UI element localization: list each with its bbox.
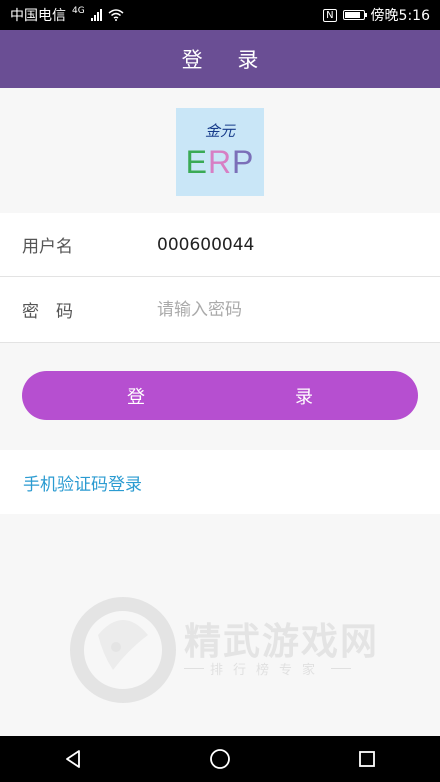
home-icon [210, 749, 230, 769]
clock-label: 傍晚5:16 [370, 8, 430, 24]
username-label: 用户名 [22, 237, 73, 257]
app-header: 登 录 [0, 30, 440, 88]
network-type-label: 4G [72, 6, 85, 16]
logo-letter-p: P [232, 144, 255, 180]
sms-login-link[interactable]: 手机验证码登录 [23, 470, 142, 495]
nfc-icon: N [323, 8, 337, 22]
battery-fill [344, 12, 360, 18]
recent-apps-icon [358, 751, 375, 767]
recent-apps-button[interactable] [347, 739, 387, 779]
page-title: 登 录 [181, 48, 273, 72]
watermark-title: 精武游戏网 [184, 620, 379, 663]
login-form: 用户名 密 码 [0, 213, 440, 343]
status-bar: 中国电信 4G N 傍晚5:16 [0, 0, 440, 30]
password-row: 密 码 [0, 277, 440, 343]
battery-icon [342, 10, 367, 20]
watermark: 精武游戏网 排行榜专家 [68, 595, 418, 705]
watermark-divider-right [331, 668, 352, 669]
back-button[interactable] [53, 739, 93, 779]
watermark-divider-left [184, 668, 204, 669]
back-icon [66, 750, 81, 768]
home-button[interactable] [200, 739, 240, 779]
logo-script-text: 金元 [204, 122, 235, 140]
erp-logo: 金元 ERP [176, 108, 264, 196]
username-row: 用户名 [0, 213, 440, 277]
watermark-subtitle: 排行榜专家 [210, 663, 326, 678]
watermark-subtitle-row: 排行榜专家 [184, 659, 414, 678]
username-input[interactable] [157, 226, 407, 263]
logo-erp-text: ERP [176, 144, 264, 181]
login-button[interactable]: 登 录 [22, 371, 418, 420]
logo-letter-r: R [207, 144, 233, 180]
status-left: 中国电信 4G [10, 5, 124, 25]
navigation-bar [0, 736, 440, 782]
password-input[interactable] [157, 291, 407, 328]
signal-icon [90, 9, 102, 21]
login-button-label: 登 录 [127, 386, 351, 408]
logo-section: 金元 ERP [0, 88, 440, 213]
wifi-icon [108, 9, 124, 21]
logo-letter-e: E [185, 144, 208, 180]
watermark-logo-icon [70, 597, 176, 703]
status-right: N 傍晚5:16 [323, 5, 430, 25]
password-label: 密 码 [22, 302, 73, 322]
button-section: 登 录 [0, 343, 440, 448]
sms-login-section: 手机验证码登录 [0, 450, 440, 514]
carrier-label: 中国电信 [10, 8, 66, 24]
